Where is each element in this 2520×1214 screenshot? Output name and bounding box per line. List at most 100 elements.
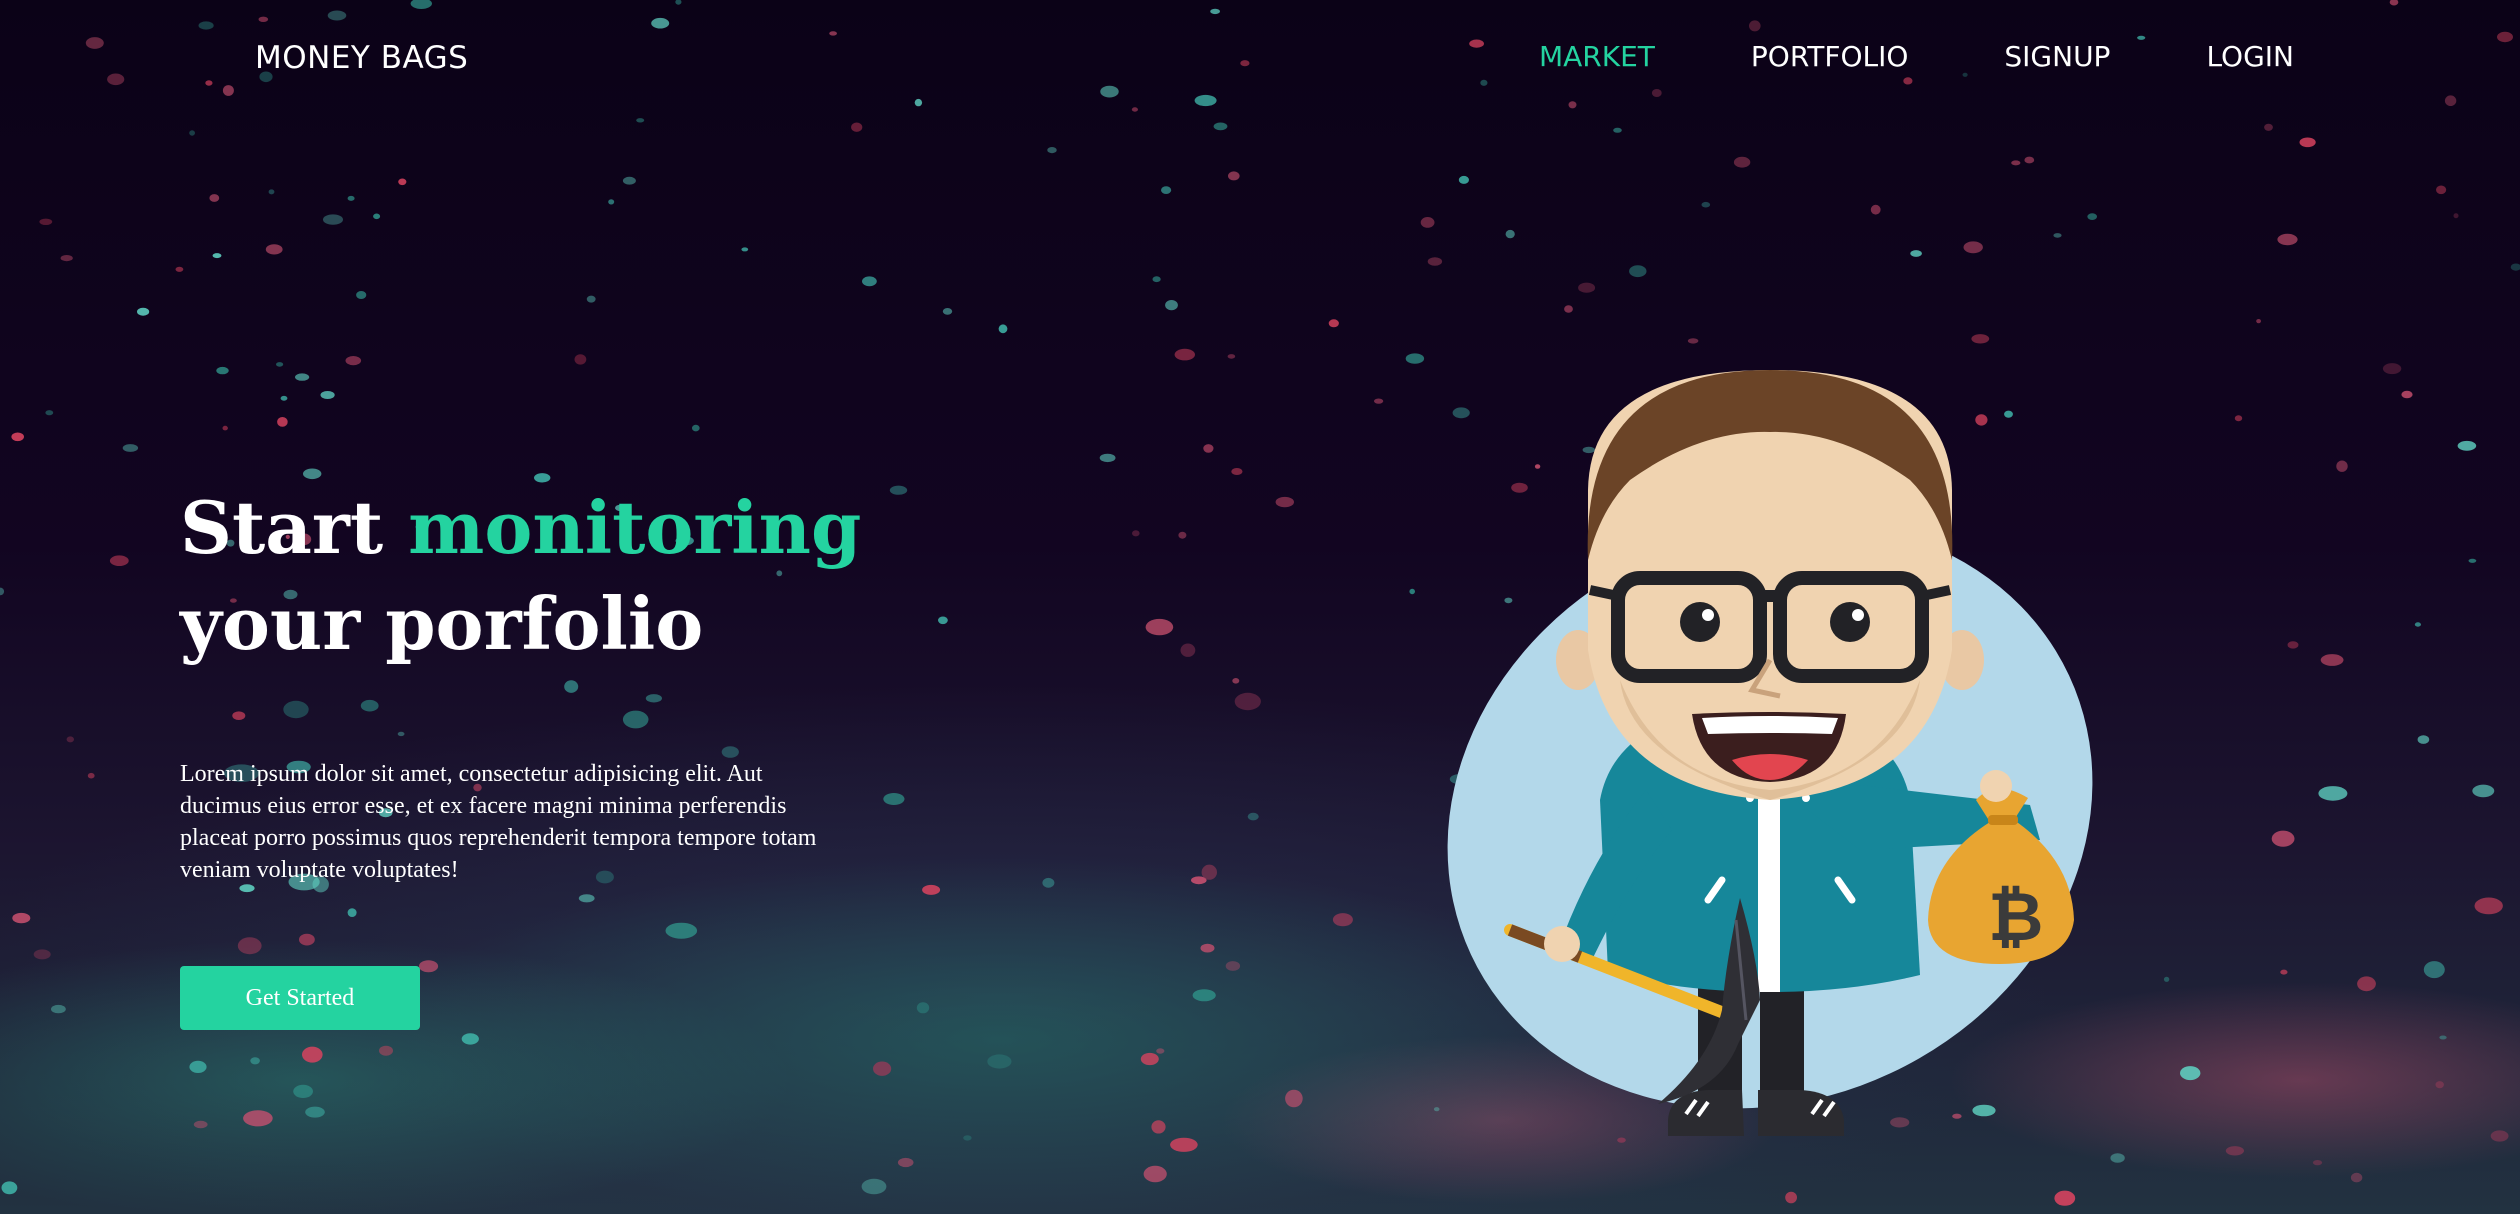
nav-signup-link[interactable]: SIGNUP	[2004, 40, 2110, 73]
bokeh-speck	[1285, 1089, 1303, 1108]
bokeh-speck	[2011, 160, 2021, 166]
bokeh-speck	[11, 432, 24, 442]
landing-page: MONEY BAGS MARKET PORTFOLIO SIGNUP LOGIN…	[0, 0, 2520, 1214]
bokeh-speck	[2453, 213, 2459, 219]
bokeh-speck	[692, 424, 700, 432]
bokeh-speck	[2457, 440, 2477, 451]
bokeh-speck	[1687, 338, 1699, 344]
bokeh-speck	[2510, 263, 2520, 271]
bokeh-speck	[323, 214, 343, 225]
bokeh-speck	[1, 1181, 18, 1195]
nav-portfolio-link[interactable]: PORTFOLIO	[1751, 40, 1909, 73]
bokeh-speck	[897, 1157, 914, 1168]
bokeh-speck	[1629, 265, 1647, 278]
bokeh-speck	[222, 425, 228, 431]
bokeh-speck	[2225, 1146, 2244, 1156]
bokeh-speck	[189, 1060, 207, 1073]
bokeh-speck	[2163, 976, 2170, 982]
bokeh-speck	[276, 362, 284, 367]
bokeh-speck	[1180, 643, 1196, 657]
bokeh-speck	[665, 922, 698, 939]
nav-market-link[interactable]: MARKET	[1539, 40, 1655, 73]
bokeh-speck	[87, 772, 95, 779]
nav-login-link[interactable]: LOGIN	[2206, 40, 2294, 73]
bokeh-speck	[1192, 989, 1216, 1002]
bokeh-speck	[1420, 217, 1435, 228]
bokeh-speck	[1161, 186, 1172, 195]
bokeh-speck	[1225, 961, 1241, 971]
bokeh-speck	[45, 410, 54, 416]
bokeh-speck	[237, 937, 262, 955]
bokeh-speck	[1328, 319, 1339, 328]
bokeh-speck	[586, 295, 596, 303]
bokeh-speck	[2280, 969, 2288, 975]
bokeh-speck	[741, 247, 749, 252]
bokeh-speck	[265, 244, 283, 255]
hero-title-line2: your porfolio	[180, 581, 704, 666]
bokeh-speck	[2472, 784, 2495, 798]
bokeh-speck	[1409, 588, 1415, 595]
bokeh-speck	[2490, 1130, 2509, 1142]
bokeh-speck	[1427, 257, 1443, 266]
bokeh-speck	[1374, 398, 1384, 404]
mascot-illustration: ₿	[1447, 370, 2093, 1136]
bokeh-speck	[66, 736, 75, 743]
bokeh-speck	[2299, 137, 2316, 148]
brand-logo[interactable]: MONEY BAGS	[255, 40, 468, 76]
bokeh-speck	[1170, 1137, 1198, 1152]
bokeh-speck	[608, 199, 615, 205]
bokeh-speck	[2414, 622, 2421, 627]
bokeh-speck	[189, 130, 196, 136]
bokeh-speck	[461, 1033, 479, 1045]
bokeh-speck	[987, 1054, 1012, 1069]
bokeh-speck	[379, 1045, 393, 1056]
bokeh-speck	[295, 373, 310, 381]
bitcoin-icon: ₿	[1988, 878, 2043, 957]
hero-section: Start monitoring your porfolio Lorem ipsu…	[180, 480, 940, 910]
bokeh-speck	[1870, 204, 1881, 215]
bokeh-speck	[2439, 1035, 2447, 1040]
bokeh-speck	[299, 933, 315, 946]
bokeh-speck	[2435, 1081, 2444, 1089]
bokeh-speck	[2024, 156, 2035, 164]
hero-description: Lorem ipsum dolor sit amet, consectetur …	[180, 761, 817, 883]
bokeh-speck	[1140, 1052, 1159, 1066]
nav-links: MARKET PORTFOLIO SIGNUP LOGIN	[1443, 40, 2294, 73]
bokeh-speck	[1227, 354, 1236, 359]
bokeh-speck	[1733, 156, 1751, 168]
bokeh-speck	[1152, 276, 1161, 283]
bokeh-speck	[2318, 786, 2348, 801]
bokeh-speck	[1047, 147, 1057, 154]
get-started-button[interactable]: Get Started	[180, 966, 420, 1030]
bokeh-speck	[122, 444, 139, 452]
bokeh-speck	[1203, 444, 1214, 453]
bokeh-speck	[175, 266, 184, 272]
bokeh-speck	[1433, 1107, 1440, 1112]
bokeh-speck	[60, 255, 73, 262]
bokeh-speck	[320, 391, 335, 399]
bokeh-speck	[2382, 363, 2402, 375]
hero-title: Start monitoring your porfolio	[180, 480, 940, 672]
bokeh-speck	[2287, 641, 2299, 649]
bokeh-speck	[1564, 305, 1573, 313]
bokeh-speck	[12, 912, 31, 924]
bokeh-speck	[1143, 1165, 1167, 1183]
bokeh-speck	[2401, 390, 2413, 399]
bokeh-speck	[1785, 1191, 1797, 1204]
bokeh-speck	[1200, 943, 1215, 953]
bokeh-speck	[347, 195, 355, 201]
bokeh-speck	[1405, 353, 1425, 364]
bokeh-speck	[861, 1178, 887, 1195]
bokeh-speck	[2350, 1172, 2363, 1183]
bokeh-speck	[216, 366, 229, 375]
bokeh-speck	[1042, 877, 1055, 888]
bokeh-speck	[2256, 319, 2262, 324]
bokeh-speck	[2277, 233, 2298, 246]
bokeh-speck	[2234, 415, 2243, 422]
bokeh-speck	[574, 354, 587, 365]
bokeh-speck	[2054, 1190, 2076, 1206]
bokeh-speck	[0, 587, 5, 596]
bokeh-speck	[2436, 185, 2447, 195]
bokeh-speck	[1231, 468, 1243, 475]
bokeh-speck	[1099, 453, 1116, 463]
